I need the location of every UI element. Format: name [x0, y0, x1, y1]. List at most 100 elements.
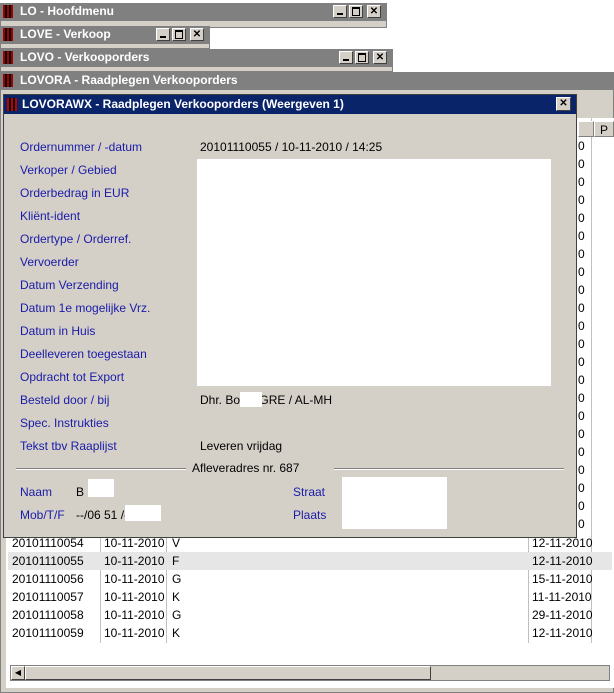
grid-cell-value: 0 — [578, 229, 585, 243]
label-vervoerder: Vervoerder — [20, 255, 79, 269]
close-icon[interactable]: ✕ — [556, 97, 571, 111]
grid-cell-value: 0 — [578, 337, 585, 351]
grid-cell-order: 20101110055 — [12, 554, 84, 568]
window-title: LO - Hoofdmenu — [20, 4, 114, 18]
value-tekst-raaplijst: Leveren vrijdag — [200, 439, 283, 453]
label-datum-1e: Datum 1e mogelijke Vrz. — [20, 301, 151, 315]
label-ordernummer: Ordernummer / -datum — [20, 140, 143, 154]
value-mob: --/06 51 /-- — [76, 508, 133, 522]
grid-cell-code: K — [172, 590, 181, 604]
grid-cell-date: 10-11-2010 — [104, 572, 165, 586]
label-plaats: Plaats — [293, 508, 327, 522]
grid-cell-date: 10-11-2010 — [104, 554, 165, 568]
grid-cell-value: 0 — [578, 319, 585, 333]
grid-cell-due: 29-11-2010 — [532, 608, 593, 622]
grid-cell-value: 0 — [578, 499, 585, 513]
scroll-thumb[interactable] — [25, 666, 431, 680]
label-opdracht-export: Opdracht tot Export — [20, 370, 125, 384]
redaction — [125, 505, 161, 521]
close-icon[interactable] — [373, 51, 387, 64]
grid-cell-value: 0 — [578, 481, 585, 495]
grid-cell-value: 0 — [578, 427, 585, 441]
label-verkoper: Verkoper / Gebied — [20, 163, 117, 177]
grid-cell-code: G — [172, 572, 182, 586]
details-panel — [197, 159, 551, 386]
grid-cell-value: 0 — [578, 445, 585, 459]
app-icon — [3, 74, 13, 87]
app-icon — [3, 28, 13, 41]
window-lovo-verkooporders[interactable]: LOVO - Verkooporders — [0, 49, 393, 66]
grid-cell-code: K — [172, 626, 181, 640]
minimize-icon[interactable] — [339, 51, 353, 64]
dialog-title: LOVORAWX - Raadplegen Verkooporders (Wee… — [22, 97, 344, 111]
grid-cell-order: 20101110058 — [12, 608, 84, 622]
grid-cell-value: 0 — [578, 391, 585, 405]
label-deelleveren: Deelleveren toegestaan — [20, 347, 147, 361]
grid-cell-value: 0 — [578, 265, 585, 279]
label-besteld-door: Besteld door / bij — [20, 393, 110, 407]
maximize-icon[interactable] — [172, 28, 186, 41]
grid-cell-value: 0 — [578, 409, 585, 423]
label-mob: Mob/T/F — [20, 508, 65, 522]
grid-cell-order: 20101110059 — [12, 626, 84, 640]
grid-cell-date: 10-11-2010 — [104, 608, 165, 622]
address-value-box — [342, 477, 447, 529]
window-title: LOVORA - Raadplegen Verkooporders — [20, 73, 238, 87]
label-ordertype: Ordertype / Orderref. — [20, 232, 132, 246]
grid-cell-value: 0 — [578, 517, 585, 531]
grid-cell-order: 20101110057 — [12, 590, 84, 604]
grid-cell-due: 12-11-2010 — [532, 626, 593, 640]
table-row[interactable]: 20101110057 10-11-2010 K 11-11-2010 — [8, 588, 612, 606]
label-tekst-raaplijst: Tekst tbv Raaplijst — [20, 439, 117, 453]
grid-cell-value: 0 — [578, 175, 585, 189]
close-icon[interactable] — [367, 5, 381, 18]
grid-cell-order: 20101110056 — [12, 572, 84, 586]
window-lovora-raadplegen[interactable]: LOVORA - Raadplegen Verkooporders — [0, 72, 614, 89]
minimize-icon[interactable] — [156, 28, 170, 41]
scroll-left-button[interactable]: ◀ — [11, 666, 25, 680]
window-love-verkoop[interactable]: LOVE - Verkoop — [0, 26, 210, 43]
label-klient: Kliënt-ident — [20, 209, 81, 223]
grid-cell-value: 0 — [578, 211, 585, 225]
redaction — [240, 392, 262, 407]
dialog-titlebar[interactable]: LOVORAWX - Raadplegen Verkooporders (Wee… — [4, 95, 576, 114]
grid-cell-value: 0 — [578, 373, 585, 387]
grid-header-p[interactable]: P — [594, 121, 614, 137]
grid-cell-date: 10-11-2010 — [104, 590, 165, 604]
grid-cell-value: 0 — [578, 355, 585, 369]
grid-cell-date: 10-11-2010 — [104, 626, 165, 640]
window-lo-hoofdmenu[interactable]: LO - Hoofdmenu — [0, 3, 387, 20]
grid-cell-value: 0 — [578, 247, 585, 261]
value-ordernummer: 20101110055 / 10-11-2010 / 14:25 — [200, 140, 383, 154]
grid-cell-value: 0 — [578, 463, 585, 477]
app-icon — [3, 51, 13, 64]
table-row[interactable]: 20101110055 10-11-2010 F 12-11-2010 — [8, 552, 612, 570]
label-straat: Straat — [293, 485, 326, 499]
afleveradres-title: Afleveradres nr. 687 — [192, 461, 300, 475]
close-icon[interactable] — [190, 28, 204, 41]
app-icon — [3, 5, 13, 18]
afleveradres-divider-right — [334, 468, 564, 470]
order-details-dialog: LOVORAWX - Raadplegen Verkooporders (Wee… — [3, 94, 577, 538]
label-spec-instructies: Spec. Instrukties — [20, 416, 109, 430]
label-datum-verzending: Datum Verzending — [20, 278, 119, 292]
window-title: LOVO - Verkooporders — [20, 50, 150, 64]
label-naam: Naam — [20, 485, 53, 499]
window-title: LOVE - Verkoop — [20, 27, 111, 41]
grid-cell-code: F — [172, 554, 180, 568]
app-icon — [7, 98, 17, 111]
grid-cell-value: 0 — [578, 193, 585, 207]
horizontal-scrollbar[interactable]: ◀ — [10, 665, 610, 681]
grid-cell-value: 0 — [578, 283, 585, 297]
table-row[interactable]: 20101110058 10-11-2010 G 29-11-2010 — [8, 606, 612, 624]
grid-cell-value: 0 — [578, 139, 585, 153]
minimize-icon[interactable] — [333, 5, 347, 18]
table-row[interactable]: 20101110056 10-11-2010 G 15-11-2010 — [8, 570, 612, 588]
grid-header-blank[interactable] — [578, 121, 594, 137]
maximize-icon[interactable] — [349, 5, 363, 18]
table-row[interactable]: 20101110059 10-11-2010 K 12-11-2010 — [8, 624, 612, 642]
maximize-icon[interactable] — [355, 51, 369, 64]
value-besteld-door: Dhr. Bo k / GRE / AL-MH — [200, 393, 333, 407]
label-datum-huis: Datum in Huis — [20, 324, 96, 338]
afleveradres-divider-left — [16, 468, 186, 470]
